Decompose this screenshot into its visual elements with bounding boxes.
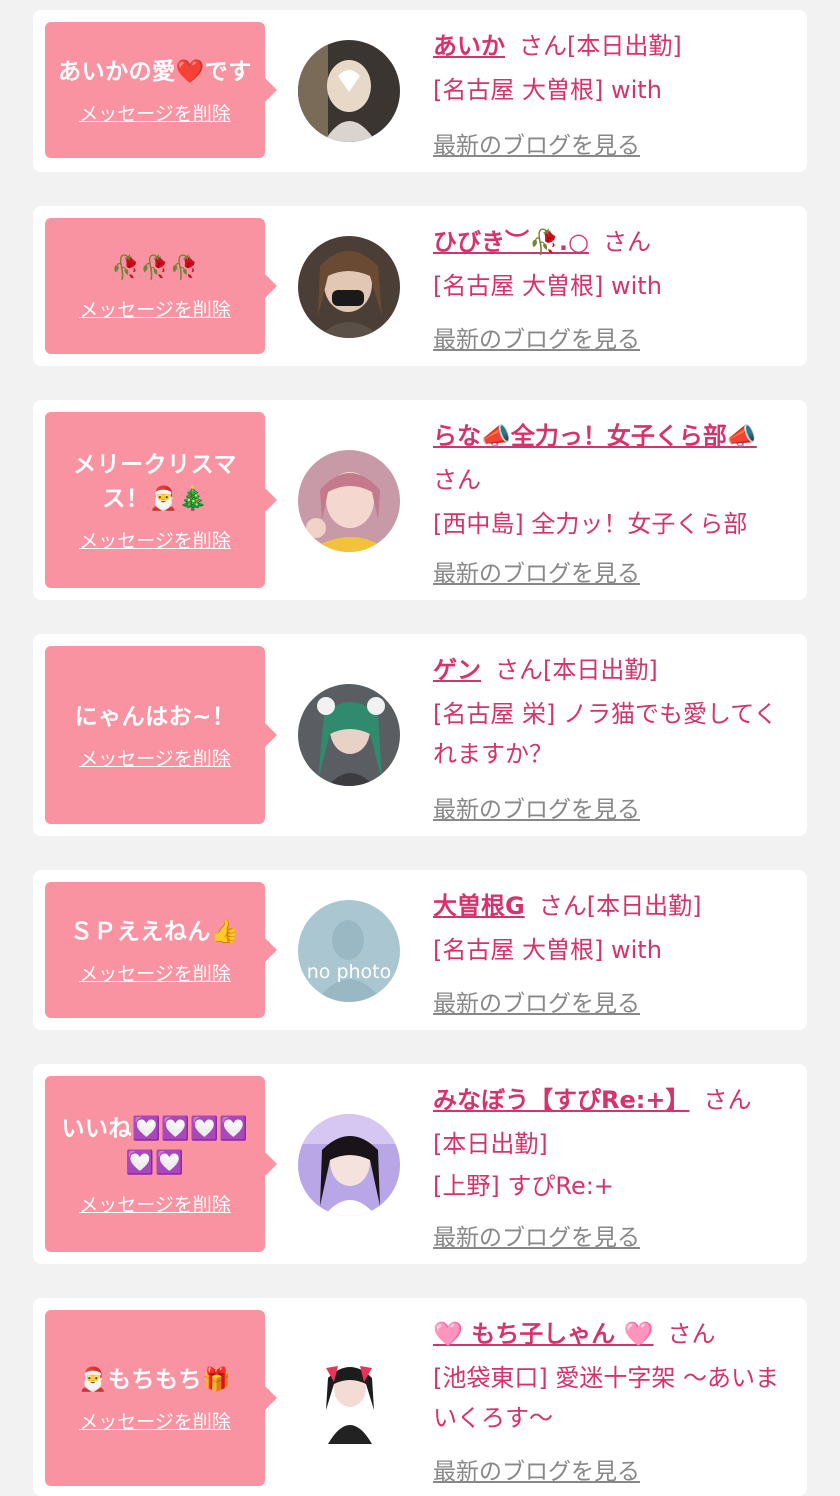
avatar-photo — [298, 684, 400, 786]
latest-blog-link[interactable]: 最新のブログを見る — [433, 126, 640, 160]
message-bubble: 🥀🥀🥀 メッセージを削除 — [45, 218, 277, 354]
honorific: さん — [495, 656, 543, 684]
girl-info: らな📣全力っ！女子くら部📣 さん [西中島] 全力ッ！女子くら部 — [433, 414, 793, 544]
shop-name: [名古屋 大曽根] with — [433, 76, 662, 104]
list-item: あいかの愛❤️です メッセージを削除 あいか さん[本日出勤] [名古屋 大曽根]… — [33, 10, 807, 172]
girl-name-link[interactable]: 🩷 もち子しゃん 🩷 — [433, 1320, 653, 1348]
avatar[interactable] — [298, 1114, 400, 1216]
message-text: 🥀🥀🥀 — [111, 254, 199, 281]
message-bubble: にゃんはお~！ メッセージを削除 — [45, 646, 277, 824]
avatar-photo — [298, 1348, 400, 1450]
status-text: [本日出勤] — [586, 892, 702, 920]
delete-message-link[interactable]: メッセージを削除 — [79, 744, 231, 771]
honorific: さん — [667, 1320, 716, 1348]
message-bubble: メリークリスマス！🎅🎄 メッセージを削除 — [45, 412, 277, 588]
girl-name-link[interactable]: みなぼう【すぴRe:+】 — [433, 1086, 689, 1114]
avatar[interactable] — [298, 684, 400, 786]
delete-message-link[interactable]: メッセージを削除 — [79, 295, 231, 322]
list-item: 🥀🥀🥀 メッセージを削除 ひびき︶🥀.○ さん [名古屋 大曽根] with 最新… — [33, 206, 807, 366]
girl-name-link[interactable]: ひびき︶🥀.○ — [433, 228, 589, 256]
honorific: さん — [703, 1086, 752, 1114]
girl-name-link[interactable]: あいか — [433, 32, 505, 60]
delete-message-link[interactable]: メッセージを削除 — [79, 99, 231, 126]
avatar-photo — [298, 1114, 400, 1216]
message-text: ＳＰええねん👍 — [69, 918, 241, 945]
status-text: [本日出勤] — [567, 32, 682, 60]
message-text: にゃんはお~！ — [74, 703, 236, 730]
status-text: [本日出勤] — [543, 656, 658, 684]
delete-message-link[interactable]: メッセージを削除 — [79, 959, 231, 986]
delete-message-link[interactable]: メッセージを削除 — [79, 526, 231, 553]
shop-name: [池袋東口] 愛迷十字架 〜あいまいくろす〜 — [433, 1364, 779, 1432]
latest-blog-link[interactable]: 最新のブログを見る — [433, 1218, 640, 1252]
message-bubble: 🎅もちもち🎁 メッセージを削除 — [45, 1310, 277, 1486]
status-text: [本日出勤] — [433, 1130, 548, 1158]
avatar-photo — [298, 40, 400, 142]
avatar-photo — [298, 450, 400, 552]
honorific: さん — [538, 892, 587, 920]
list-item: にゃんはお~！ メッセージを削除 ゲン さん[本日出勤] [名古屋 栄] ノラ猫で… — [33, 634, 807, 836]
shop-name: [名古屋 大曽根] with — [433, 272, 662, 300]
message-text: メリークリスマス！🎅🎄 — [73, 451, 237, 512]
girl-name-link[interactable]: 大曽根G — [433, 892, 525, 920]
list-item: 🎅もちもち🎁 メッセージを削除 🩷 もち子しゃん 🩷 さん [池袋東口] 愛迷十字… — [33, 1298, 807, 1496]
latest-blog-link[interactable]: 最新のブログを見る — [433, 1452, 640, 1486]
girl-info: ひびき︶🥀.○ さん [名古屋 大曽根] with — [433, 220, 793, 306]
message-bubble: あいかの愛❤️です メッセージを削除 — [45, 22, 277, 158]
girl-message-list: あいかの愛❤️です メッセージを削除 あいか さん[本日出勤] [名古屋 大曽根]… — [0, 0, 840, 1496]
shop-name: [名古屋 大曽根] with — [433, 936, 662, 964]
honorific: さん — [433, 466, 481, 494]
no-photo-placeholder: no photo — [298, 900, 400, 1002]
honorific: さん — [602, 228, 651, 256]
shop-name: [上野] すぴRe:+ — [433, 1172, 614, 1200]
latest-blog-link[interactable]: 最新のブログを見る — [433, 320, 640, 354]
list-item: いいね💟💟💟💟💟💟 メッセージを削除 みなぼう【すぴRe:+】 さん [本日出勤]… — [33, 1064, 807, 1264]
girl-name-link[interactable]: ゲン — [433, 656, 481, 684]
message-bubble: いいね💟💟💟💟💟💟 メッセージを削除 — [45, 1076, 277, 1252]
no-photo-text: no photo — [307, 961, 392, 983]
shop-name: [西中島] 全力ッ！女子くら部 — [433, 510, 748, 538]
latest-blog-link[interactable]: 最新のブログを見る — [433, 790, 640, 824]
message-text: 🎅もちもち🎁 — [78, 1366, 232, 1393]
girl-name-link[interactable]: らな📣全力っ！女子くら部📣 — [433, 422, 757, 450]
avatar[interactable] — [298, 40, 400, 142]
girl-info: あいか さん[本日出勤] [名古屋 大曽根] with — [433, 24, 793, 110]
delete-message-link[interactable]: メッセージを削除 — [79, 1407, 231, 1434]
latest-blog-link[interactable]: 最新のブログを見る — [433, 984, 640, 1018]
avatar[interactable] — [298, 236, 400, 338]
girl-info: ゲン さん[本日出勤] [名古屋 栄] ノラ猫でも愛してくれますか？ — [433, 648, 793, 774]
girl-info: 大曽根G さん[本日出勤] [名古屋 大曽根] with — [433, 884, 793, 970]
avatar-photo — [298, 236, 400, 338]
girl-info: 🩷 もち子しゃん 🩷 さん [池袋東口] 愛迷十字架 〜あいまいくろす〜 — [433, 1312, 793, 1438]
avatar[interactable]: no photo — [298, 900, 400, 1002]
message-bubble: ＳＰええねん👍 メッセージを削除 — [45, 882, 277, 1018]
message-text: いいね💟💟💟💟💟💟 — [61, 1115, 249, 1176]
message-text: あいかの愛❤️です — [58, 58, 252, 85]
delete-message-link[interactable]: メッセージを削除 — [79, 1190, 231, 1217]
latest-blog-link[interactable]: 最新のブログを見る — [433, 554, 640, 588]
shop-name: [名古屋 栄] ノラ猫でも愛してくれますか？ — [433, 700, 778, 768]
honorific: さん — [519, 32, 567, 60]
avatar[interactable] — [298, 1348, 400, 1450]
list-item: ＳＰええねん👍 メッセージを削除 no photo 大曽根G さん[本日出勤] [… — [33, 870, 807, 1030]
avatar[interactable] — [298, 450, 400, 552]
list-item: メリークリスマス！🎅🎄 メッセージを削除 らな📣全力っ！女子くら部📣 さん [西中… — [33, 400, 807, 600]
girl-info: みなぼう【すぴRe:+】 さん [本日出勤] [上野] すぴRe:+ — [433, 1078, 793, 1206]
